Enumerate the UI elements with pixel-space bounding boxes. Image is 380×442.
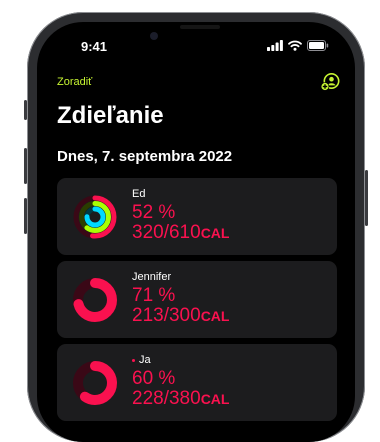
battery-icon: [307, 39, 329, 51]
calories-unit: CAL: [200, 391, 230, 407]
friend-card-me[interactable]: Ja 60 % 228/380CAL: [57, 344, 337, 421]
activity-rings-icon: [73, 195, 117, 239]
calories-number: 228/380: [132, 388, 201, 409]
notch: [134, 22, 260, 52]
calories-unit: CAL: [200, 225, 230, 241]
front-camera: [150, 32, 158, 40]
calories-value: 213/300CAL: [132, 306, 229, 326]
status-time: 9:41: [81, 39, 108, 54]
person-plus-icon[interactable]: [320, 72, 340, 92]
calories-number: 320/610: [132, 222, 201, 243]
move-percent: 52 %: [132, 202, 176, 223]
volume-up-button: [24, 148, 27, 184]
move-percent: 71 %: [132, 285, 176, 306]
activity-ring-icon: [73, 361, 117, 405]
calories-value: 228/380CAL: [132, 389, 229, 409]
status-icons: [267, 38, 329, 52]
activity-ring-icon: [73, 278, 117, 322]
silent-switch: [24, 100, 27, 120]
section-date-header: Dnes, 7. septembra 2022: [57, 148, 233, 165]
sort-button[interactable]: Zoradiť: [57, 76, 92, 88]
friend-name: Ed: [132, 188, 146, 200]
side-button: [365, 170, 368, 226]
friend-name: Jennifer: [132, 271, 172, 283]
screen: 9:41 Zoradiť Zdieľanie Dnes, 7. septembr…: [37, 22, 355, 442]
speaker: [180, 25, 220, 29]
wifi-icon: [288, 40, 302, 51]
calories-number: 213/300: [132, 305, 201, 326]
friend-card-ed[interactable]: Ed 52 % 320/610CAL: [57, 178, 337, 255]
move-percent: 60 %: [132, 368, 176, 389]
self-indicator-dot: [132, 358, 135, 362]
friend-name-row: Ja: [132, 354, 151, 366]
page-title: Zdieľanie: [57, 102, 164, 129]
volume-down-button: [24, 198, 27, 234]
friend-card-jennifer[interactable]: Jennifer 71 % 213/300CAL: [57, 261, 337, 338]
calories-unit: CAL: [200, 308, 230, 324]
signal-icon: [267, 39, 283, 51]
calories-value: 320/610CAL: [132, 223, 229, 243]
friend-name: Ja: [139, 354, 151, 366]
